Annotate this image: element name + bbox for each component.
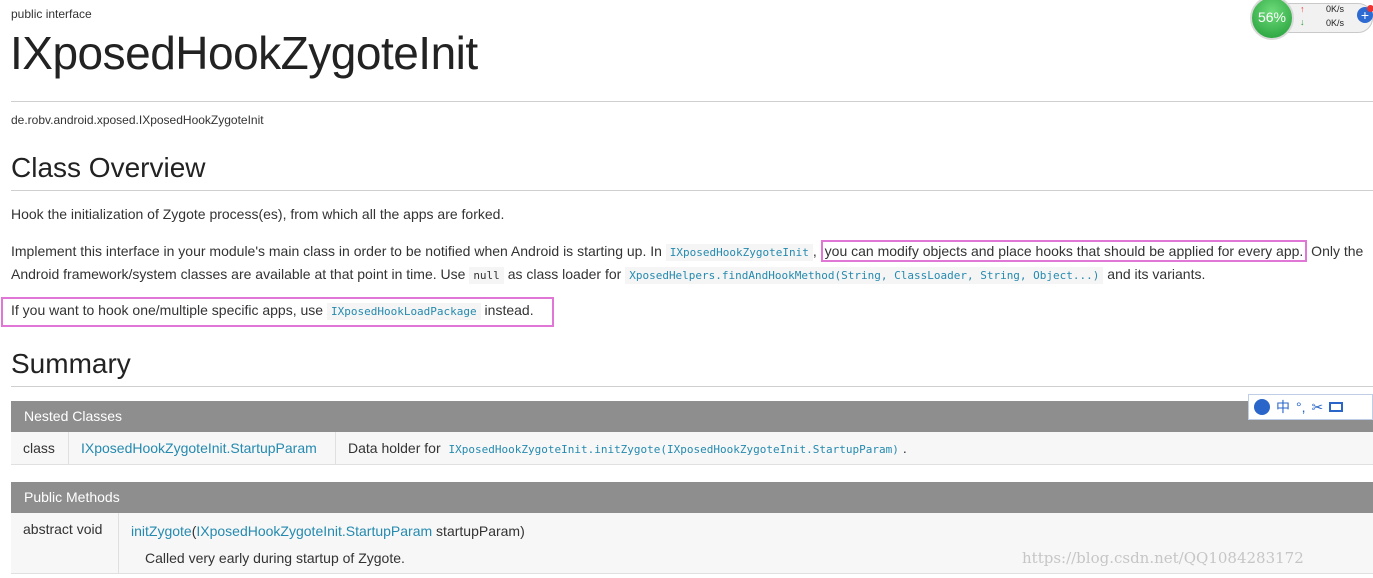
p3-text-b: instead. [480,302,534,318]
overview-paragraph-2-line-2: Android framework/system classes are ava… [11,263,1205,287]
overview-paragraph-1: Hook the initialization of Zygote proces… [11,206,505,222]
nested-desc-prefix: Data holder for [348,440,445,456]
p2-text-d: Android framework/system classes are ava… [11,266,470,282]
p2-text-a: Implement this interface in your module'… [11,243,666,259]
memory-usage-ball[interactable]: 56% [1250,0,1294,40]
watermark: https://blog.csdn.net/QQ1084283172 [1022,549,1304,567]
method-signature: initZygote(IXposedHookZygoteInit.Startup… [131,521,525,541]
download-arrow-icon: ↓ [1300,17,1305,27]
method-param-type-link[interactable]: IXposedHookZygoteInit.StartupParam [196,523,432,539]
p2-code-zygoteinit[interactable]: IXposedHookZygoteInit [665,244,813,261]
summary-heading: Summary [11,348,131,379]
network-speed-widget[interactable]: 56% ↑ ↓ 0K/s 0K/s + [1250,0,1373,40]
scissors-icon[interactable]: ✂ [1312,399,1324,416]
keyboard-icon[interactable] [1329,402,1344,412]
interface-kind-label: public interface [11,7,92,21]
page-title: IXposedHookZygoteInit [10,27,478,79]
table-row: class IXposedHookZygoteInit.StartupParam… [11,432,1373,465]
chinese-mode-icon[interactable]: 中 [1276,397,1290,417]
nested-classes-header: Nested Classes [11,401,1373,432]
p2-code-null: null [469,267,504,284]
punctuation-icon[interactable]: °, [1296,399,1306,415]
method-modifier: abstract void [11,513,119,573]
nested-desc: Data holder for IXposedHookZygoteInit.in… [336,432,907,464]
method-param-name: startupParam) [432,523,525,539]
ime-toolbar[interactable]: 中 °, ✂ [1248,394,1373,420]
upload-speed: 0K/s [1326,4,1345,14]
p2-text-f: and its variants. [1103,266,1206,282]
nested-desc-suffix: . [902,440,907,456]
download-speed: 0K/s [1326,18,1345,28]
p2-code-findandhookmethod[interactable]: XposedHelpers.findAndHookMethod(String, … [625,267,1104,284]
nested-class-link[interactable]: IXposedHookZygoteInit.StartupParam [81,440,317,456]
summary-divider [11,386,1373,387]
upload-arrow-icon: ↑ [1300,4,1305,14]
nested-classes-table: Nested Classes class IXposedHookZygoteIn… [11,401,1373,465]
overview-divider [11,190,1373,191]
p3-text-a: If you want to hook one/multiple specifi… [11,302,327,318]
notification-dot-icon [1367,5,1373,12]
nested-desc-code-link[interactable]: IXposedHookZygoteInit.initZygote(IXposed… [445,441,903,458]
p2-text-b: , [812,243,821,259]
public-methods-header: Public Methods [11,482,1373,513]
title-divider [11,101,1373,102]
nested-kind: class [11,432,69,464]
p2-text-c: Only the [1307,243,1364,259]
overview-paragraph-2-line-1: Implement this interface in your module'… [11,240,1363,264]
method-name-link[interactable]: initZygote [131,523,192,539]
class-overview-heading: Class Overview [11,152,206,183]
method-description: Called very early during startup of Zygo… [145,550,405,566]
method-cell: initZygote(IXposedHookZygoteInit.Startup… [119,513,537,573]
p3-code-loadpackage[interactable]: IXposedHookLoadPackage [326,303,481,320]
p2-text-e: as class loader for [503,266,626,282]
package-path: de.robv.android.xposed.IXposedHookZygote… [11,113,264,127]
user-avatar-icon[interactable] [1254,399,1270,415]
highlighted-sentence: you can modify objects and place hooks t… [820,240,1308,262]
overview-paragraph-3: If you want to hook one/multiple specifi… [11,299,534,323]
